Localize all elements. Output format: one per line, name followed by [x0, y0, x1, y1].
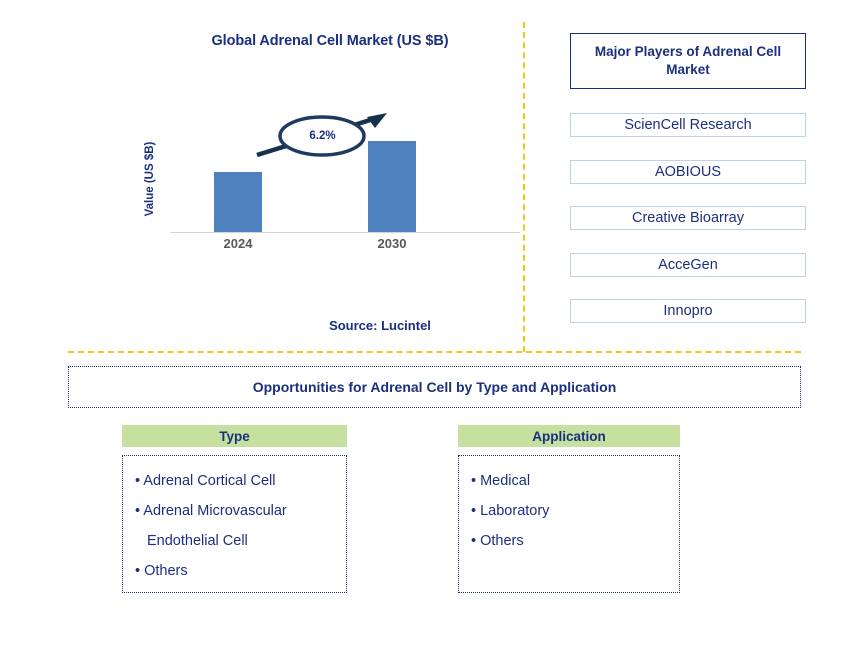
- bar-chart: Value (US $B) 2024 2030 6.2%: [144, 107, 520, 260]
- player-item-label: Innopro: [663, 303, 713, 319]
- list-item: • Medical: [471, 473, 531, 489]
- x-axis-line: [170, 232, 520, 233]
- infographic-canvas: Global Adrenal Cell Market (US $B) Value…: [0, 0, 864, 647]
- x-tick-2030: 2030: [377, 236, 407, 251]
- source-note: Source: Lucintel: [329, 318, 431, 333]
- category-header-application: Application: [458, 425, 680, 447]
- cagr-annotation: 6.2%: [255, 107, 390, 167]
- list-item: • Others: [471, 533, 524, 549]
- category-header-application-label: Application: [532, 428, 606, 444]
- x-tick-2024: 2024: [223, 236, 253, 251]
- category-list-application: • Medical • Laboratory • Others: [458, 455, 680, 593]
- player-item-2[interactable]: Creative Bioarray: [570, 206, 806, 230]
- y-axis-label: Value (US $B): [144, 141, 156, 217]
- player-item-3[interactable]: AcceGen: [570, 253, 806, 277]
- opportunities-banner-text: Opportunities for Adrenal Cell by Type a…: [252, 379, 617, 395]
- list-item: • Others: [135, 563, 188, 579]
- player-item-0[interactable]: ScienCell Research: [570, 113, 806, 137]
- category-list-type: • Adrenal Cortical Cell • Adrenal Microv…: [122, 455, 347, 593]
- player-item-label: AOBIOUS: [654, 164, 722, 180]
- player-item-label: AcceGen: [658, 257, 718, 273]
- list-item: • Laboratory: [471, 503, 550, 519]
- list-item: • Adrenal Cortical Cell: [135, 473, 276, 489]
- major-players-header-text: Major Players of Adrenal Cell Market: [594, 43, 782, 77]
- horizontal-divider: [68, 351, 801, 353]
- player-item-label: Creative Bioarray: [631, 210, 744, 226]
- chart-title: Global Adrenal Cell Market (US $B): [211, 33, 449, 49]
- vertical-divider: [523, 22, 525, 352]
- cagr-value: 6.2%: [309, 130, 336, 142]
- category-header-type: Type: [122, 425, 347, 447]
- bar-2024: [214, 172, 262, 232]
- opportunities-banner: Opportunities for Adrenal Cell by Type a…: [68, 366, 801, 408]
- player-item-1[interactable]: AOBIOUS: [570, 160, 806, 184]
- major-players-header: Major Players of Adrenal Cell Market: [570, 33, 806, 89]
- player-item-4[interactable]: Innopro: [570, 299, 806, 323]
- list-item: • Adrenal Microvascular: [135, 503, 287, 519]
- player-item-label: ScienCell Research: [624, 117, 752, 133]
- list-item-continuation: Endothelial Cell: [147, 533, 248, 549]
- category-header-type-label: Type: [219, 428, 250, 444]
